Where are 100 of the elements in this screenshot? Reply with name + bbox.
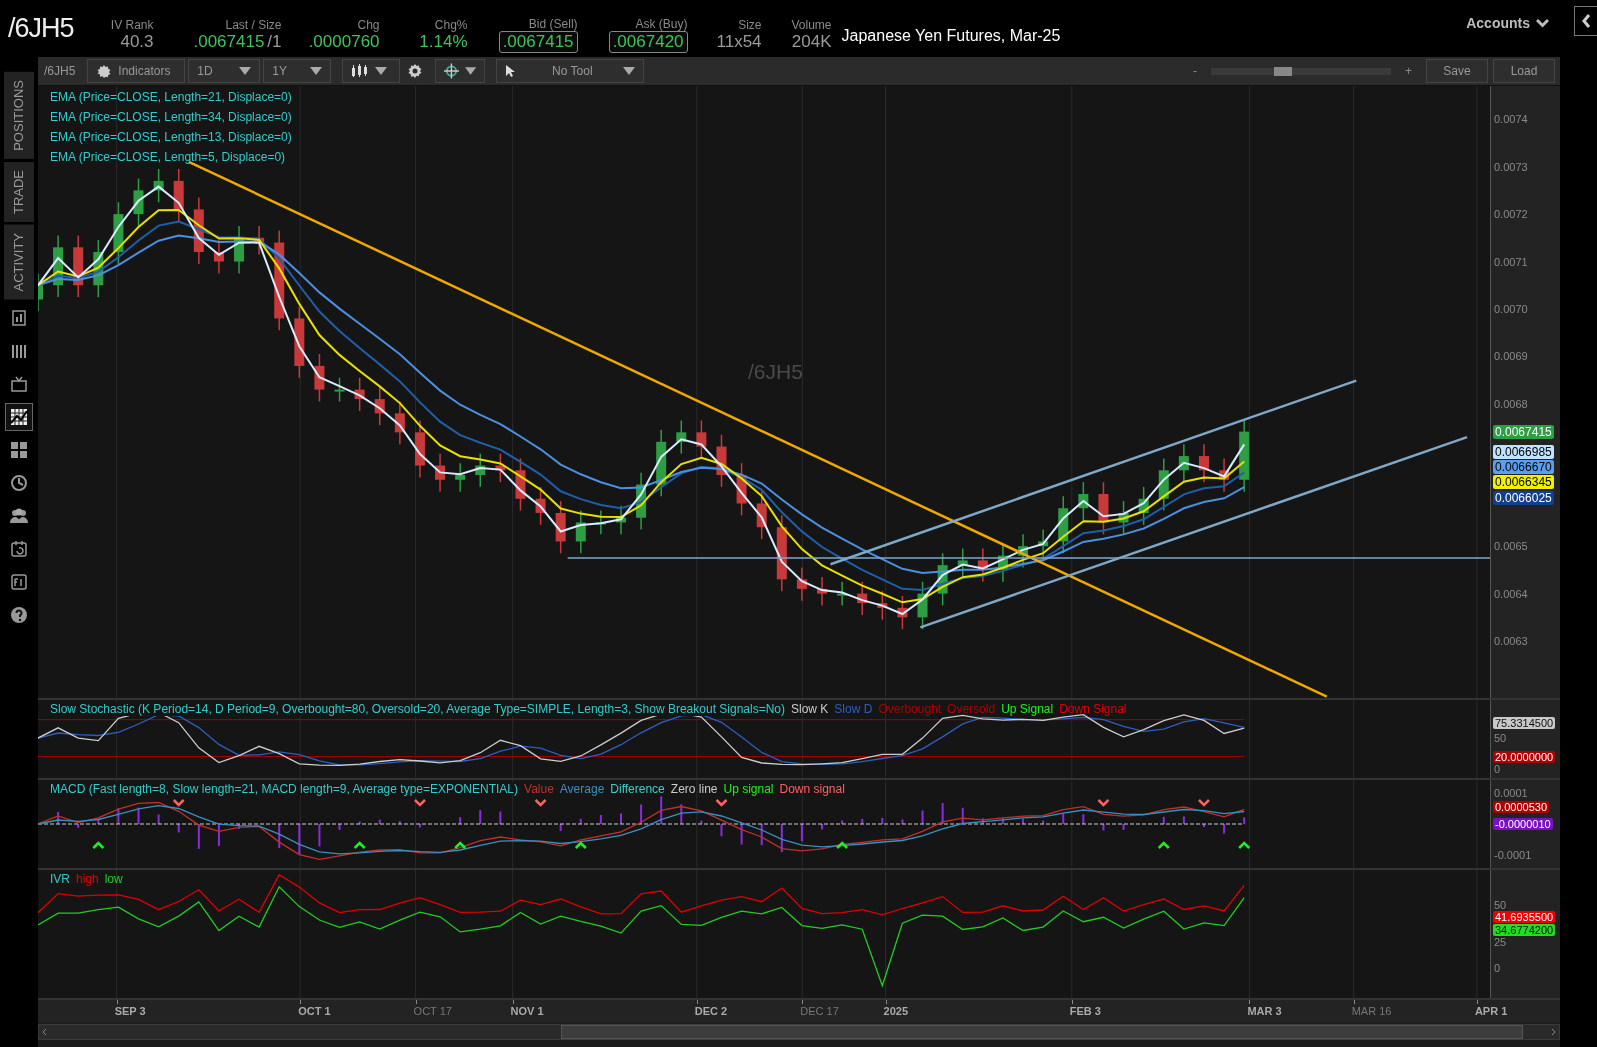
- value-tag: 0.0000530: [1493, 801, 1549, 814]
- value-tag: 75.3314500: [1493, 716, 1556, 729]
- histogram-bar: [1001, 817, 1004, 825]
- histogram-bar: [197, 823, 200, 850]
- chart-icon: [10, 408, 28, 427]
- legend-label: Difference: [610, 782, 665, 796]
- histogram-bar: [77, 823, 80, 829]
- indicators-button[interactable]: Indicators: [87, 59, 186, 83]
- slider-thumb[interactable]: [1274, 66, 1292, 76]
- axis-label: 0.0074: [1494, 113, 1528, 126]
- chart-type-dropdown[interactable]: [342, 59, 401, 83]
- legend-label: Down signal: [779, 782, 845, 796]
- quote-box[interactable]: .0067415: [498, 30, 578, 53]
- legend-label: Overbought: [878, 702, 942, 716]
- scrollbar-thumb[interactable]: [561, 1025, 1523, 1039]
- side-tab[interactable]: ACTIVITY: [4, 224, 34, 300]
- study-label: Slow Stochastic (K Period=14, D Period=9, Overbought=80, Oversold=20, Average Type=SIMPLE, Length=3, Show Breakout Signals=No): [50, 702, 785, 716]
- accounts-menu[interactable]: Accounts: [1460, 14, 1555, 32]
- axis-label: 0.0064: [1494, 587, 1528, 600]
- toolbar-button[interactable]: Save: [1426, 59, 1488, 83]
- tv-icon: [10, 375, 28, 394]
- axis-label: 0.0070: [1494, 302, 1528, 315]
- date-label: 2025: [883, 1005, 909, 1017]
- histogram-bar: [57, 810, 60, 825]
- zoom-in-label[interactable]: +: [1405, 64, 1412, 78]
- zoom-slider[interactable]: [1211, 67, 1391, 75]
- field-value: 1.14%: [419, 31, 468, 52]
- side-tab[interactable]: TRADE: [4, 161, 34, 222]
- settings-icon[interactable]: [407, 63, 424, 79]
- chevron-down-icon: [172, 799, 185, 807]
- chevron-left-icon: [1581, 14, 1591, 28]
- drawing-tool-dropdown[interactable]: No Tool: [496, 59, 645, 83]
- value-tag: -0.0000010: [1493, 818, 1553, 831]
- histogram-bar: [680, 803, 683, 825]
- horizontal-scrollbar[interactable]: [38, 1024, 1560, 1040]
- side-tab[interactable]: POSITIONS: [4, 72, 34, 159]
- field-value: 204K: [791, 31, 832, 52]
- aggregation-dropdown[interactable]: 1D: [188, 59, 261, 83]
- caret-icon: [375, 67, 388, 75]
- histogram-bar: [881, 816, 884, 825]
- histogram-bar: [499, 810, 502, 825]
- quote-box[interactable]: .0067420: [608, 30, 688, 53]
- help-icon: [10, 606, 28, 625]
- histogram-bar: [1182, 815, 1185, 825]
- histogram-bar: [841, 819, 844, 825]
- histogram-bar: [378, 818, 381, 825]
- value-tag: 41.6935500: [1493, 910, 1556, 923]
- field-value: 40.3: [120, 31, 154, 52]
- histogram-bar: [1243, 816, 1246, 825]
- chevron-down-icon: [1536, 18, 1549, 28]
- toolbar-button[interactable]: Load: [1493, 59, 1555, 83]
- legend-label: Average: [559, 782, 605, 796]
- histogram-bar: [800, 823, 803, 843]
- period-dropdown[interactable]: 1Y: [263, 59, 332, 83]
- collapse-button[interactable]: [1574, 6, 1597, 36]
- histogram-bar: [740, 823, 743, 846]
- histogram-bar: [700, 819, 703, 825]
- field-label: Chg: [357, 17, 380, 32]
- histogram-bar: [1062, 812, 1065, 825]
- histogram-bar: [418, 823, 421, 829]
- price-tag: 0.0066985: [1493, 445, 1554, 459]
- value-tag: 34.6774200: [1493, 923, 1556, 936]
- legend-label: Zero line: [670, 782, 718, 796]
- histogram-bar: [981, 817, 984, 825]
- date-label: OCT 1: [298, 1005, 331, 1017]
- legend-label: Slow D: [834, 702, 873, 716]
- histogram-bar: [137, 806, 140, 825]
- histogram-bar: [117, 807, 120, 825]
- symbol-title: /6JH5: [8, 13, 74, 44]
- legend-label: Value: [524, 782, 554, 796]
- histogram-bar: [1122, 823, 1125, 831]
- study-label: EMA (Price=CLOSE, Length=21, Displace=0): [50, 90, 292, 104]
- chevron-down-icon: [1097, 799, 1110, 807]
- histogram-bar: [1102, 823, 1105, 832]
- chevron-down-icon: [715, 799, 728, 807]
- field-value: .0000760: [308, 31, 380, 52]
- zoom-out-label[interactable]: -: [1193, 64, 1197, 78]
- field-label: IV Rank: [110, 17, 154, 32]
- field-value: 11x54: [716, 31, 762, 52]
- field-value: /1: [267, 31, 282, 52]
- chevron-down-icon: [1198, 799, 1210, 807]
- axis-label: 0.0065: [1494, 540, 1528, 553]
- field-label: Last / Size: [225, 17, 282, 32]
- histogram-bar: [861, 817, 864, 825]
- sidebar-tool-button[interactable]: [5, 403, 33, 432]
- date-label: APR 1: [1474, 1005, 1508, 1017]
- chevron-up-icon: [353, 841, 366, 849]
- chevron-up-icon: [836, 841, 848, 849]
- field-label: Chg%: [434, 17, 468, 32]
- crosshair-dropdown[interactable]: [435, 59, 486, 83]
- histogram-bar: [961, 806, 964, 825]
- histogram-bar: [780, 823, 783, 854]
- histogram-bar: [398, 820, 401, 825]
- histogram-bar: [97, 817, 100, 825]
- document-icon: [10, 573, 28, 592]
- axis-label: 0: [1494, 961, 1501, 974]
- axis-label: 0.0072: [1494, 208, 1528, 221]
- field-value: .0067415: [193, 31, 265, 52]
- axis-label: 0.0073: [1494, 160, 1528, 173]
- histogram-bar: [318, 823, 321, 848]
